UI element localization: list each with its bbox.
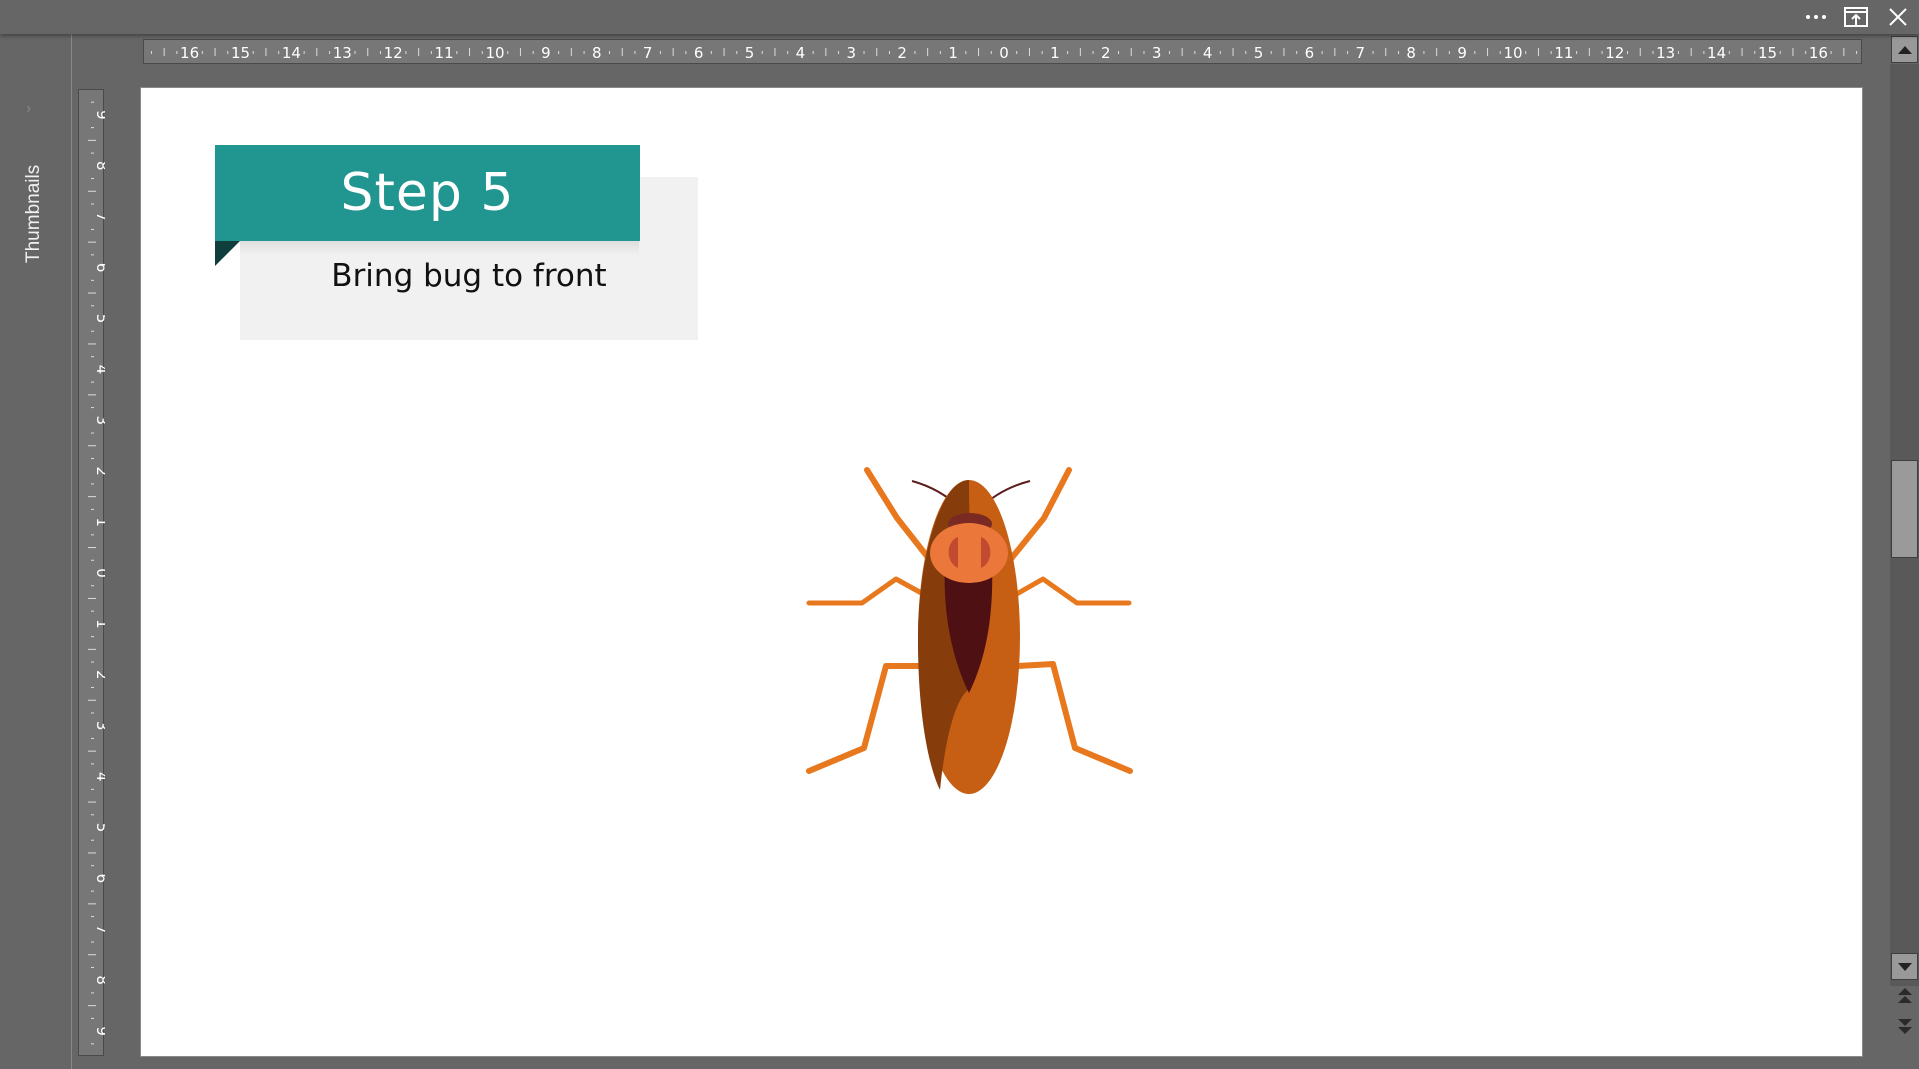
vertical-ruler: 9 8 7 6 5 4 3 2 1 0 1 2 3 4 5 6 7 8 9 bbox=[78, 89, 105, 1056]
ruler-label: 3 bbox=[847, 44, 857, 62]
double-chevron-down-icon bbox=[1898, 1019, 1912, 1034]
ruler-label: 12 bbox=[384, 44, 403, 62]
ruler-label: 2 bbox=[897, 44, 907, 62]
banner-shadow bbox=[240, 241, 639, 255]
bug-pronotum bbox=[930, 523, 1008, 583]
rear-left-leg bbox=[806, 663, 925, 774]
ruler-label: 15 bbox=[231, 44, 250, 62]
close-button[interactable] bbox=[1880, 0, 1916, 34]
ruler-label: 3 bbox=[93, 416, 105, 426]
ruler-label: 6 bbox=[93, 263, 105, 273]
ruler-label: 10 bbox=[485, 44, 504, 62]
middle-right-leg bbox=[1012, 576, 1132, 606]
ruler-label: 15 bbox=[1758, 44, 1777, 62]
vertical-scrollbar[interactable] bbox=[1890, 34, 1919, 1069]
arrow-down-icon bbox=[1897, 962, 1912, 971]
ruler-label: 6 bbox=[1305, 44, 1315, 62]
ruler-label: 9 bbox=[93, 1026, 105, 1036]
ruler-label: 5 bbox=[1254, 44, 1264, 62]
cockroach-image[interactable] bbox=[800, 460, 1140, 800]
step-banner[interactable]: Step 5 bbox=[215, 145, 640, 241]
ruler-label: 0 bbox=[999, 44, 1009, 62]
thumbnails-toggle[interactable]: Thumbnails bbox=[22, 154, 46, 274]
double-chevron-up-icon bbox=[1898, 988, 1912, 1003]
ruler-label: 8 bbox=[93, 161, 105, 171]
ruler-label: 5 bbox=[93, 314, 105, 324]
ruler-label: 7 bbox=[93, 925, 105, 935]
scroll-thumb[interactable] bbox=[1891, 460, 1918, 558]
step-description: Bring bug to front bbox=[331, 258, 607, 294]
banner-fold bbox=[215, 241, 240, 266]
arrow-up-icon bbox=[1897, 45, 1912, 54]
ruler-label: 7 bbox=[93, 212, 105, 222]
close-icon bbox=[1889, 8, 1907, 26]
ruler-label: 13 bbox=[333, 44, 352, 62]
ruler-label: 13 bbox=[1656, 44, 1675, 62]
ruler-label: 8 bbox=[93, 975, 105, 985]
ruler-label: 3 bbox=[1152, 44, 1162, 62]
ruler-label: 9 bbox=[1457, 44, 1467, 62]
ruler-label: 6 bbox=[694, 44, 704, 62]
ruler-label: 5 bbox=[93, 823, 105, 833]
ruler-label: 10 bbox=[1503, 44, 1522, 62]
next-slide-button[interactable] bbox=[1896, 1016, 1914, 1036]
more-options-button[interactable] bbox=[1798, 0, 1834, 34]
ruler-label: 11 bbox=[1554, 44, 1573, 62]
ruler-label: 1 bbox=[948, 44, 958, 62]
ruler-label: 9 bbox=[541, 44, 551, 62]
step-title: Step 5 bbox=[340, 163, 515, 223]
ruler-label: 4 bbox=[93, 772, 105, 782]
title-bar bbox=[0, 0, 1919, 34]
ellipsis-icon bbox=[1804, 15, 1828, 19]
chevron-right-icon[interactable]: › bbox=[26, 101, 40, 117]
ruler-label: 7 bbox=[643, 44, 653, 62]
ruler-label: 0 bbox=[93, 568, 105, 578]
ruler-label: 4 bbox=[93, 365, 105, 375]
ruler-label: 4 bbox=[796, 44, 806, 62]
scroll-up-button[interactable] bbox=[1891, 36, 1918, 63]
ruler-label: 11 bbox=[435, 44, 454, 62]
ruler-label: 4 bbox=[1203, 44, 1213, 62]
slide-canvas[interactable]: Step 5 Bring bug to front bbox=[141, 88, 1862, 1056]
ruler-label: 3 bbox=[93, 721, 105, 731]
ruler-label: 8 bbox=[1406, 44, 1416, 62]
ruler-label: 12 bbox=[1605, 44, 1624, 62]
ruler-label: 2 bbox=[1101, 44, 1111, 62]
ruler-label: 5 bbox=[745, 44, 755, 62]
middle-left-leg bbox=[806, 576, 928, 606]
ruler-label: 1 bbox=[93, 619, 105, 629]
horizontal-ruler: 16 15 14 13 12 11 10 9 8 7 6 5 4 3 2 1 0 1 2 3 4 5 6 7 8 9 10 11 12 1… bbox=[143, 39, 1862, 64]
ruler-label: 14 bbox=[1707, 44, 1726, 62]
ruler-label: 9 bbox=[93, 110, 105, 120]
ruler-label: 1 bbox=[93, 517, 105, 527]
thumbnails-panel: › Thumbnails bbox=[0, 34, 72, 1069]
present-icon bbox=[1844, 7, 1868, 27]
ruler-label: 1 bbox=[1050, 44, 1060, 62]
present-button[interactable] bbox=[1838, 0, 1874, 34]
ruler-label: 7 bbox=[1356, 44, 1366, 62]
scroll-down-button[interactable] bbox=[1891, 953, 1918, 980]
ruler-label: 8 bbox=[592, 44, 602, 62]
ruler-label: 16 bbox=[180, 44, 199, 62]
ruler-label: 2 bbox=[93, 466, 105, 476]
rear-right-leg bbox=[1015, 661, 1133, 774]
ruler-label: 16 bbox=[1809, 44, 1828, 62]
ruler-label: 6 bbox=[93, 874, 105, 884]
ruler-label: 14 bbox=[282, 44, 301, 62]
ruler-label: 2 bbox=[93, 670, 105, 680]
previous-slide-button[interactable] bbox=[1896, 986, 1914, 1006]
